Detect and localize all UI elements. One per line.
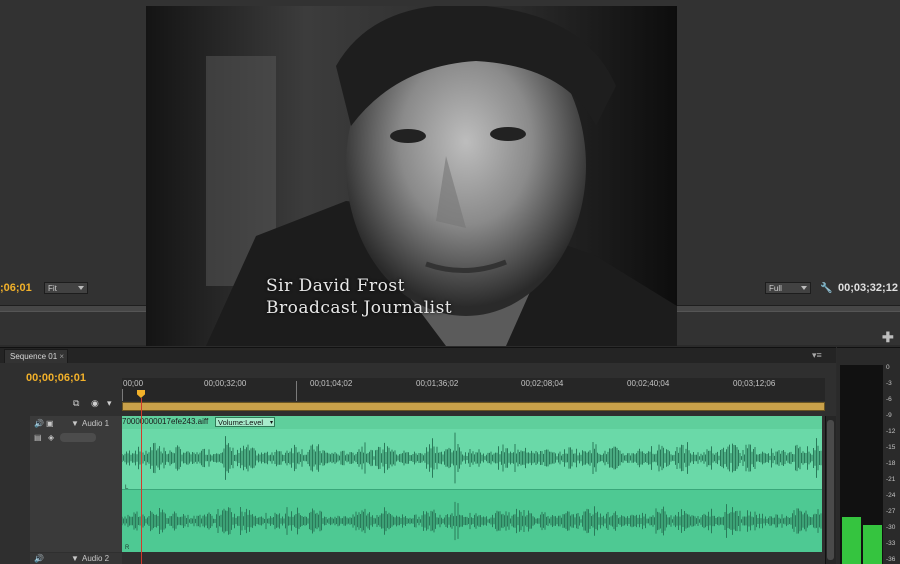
tab-label: Sequence 01 xyxy=(10,352,58,361)
meter-db-label: -15 xyxy=(886,444,896,451)
timeline-tab-strip: Sequence 01 × ▾≡ xyxy=(0,348,836,363)
chevron-down-icon xyxy=(78,286,84,290)
meter-bar-right xyxy=(863,525,882,564)
channel-label-l: L xyxy=(125,485,129,491)
work-area-bar[interactable] xyxy=(122,402,825,411)
close-icon[interactable]: × xyxy=(59,350,64,364)
ruler-label: 00;00;32;00 xyxy=(204,379,247,388)
ruler-label: 00;03;12;06 xyxy=(733,379,776,388)
track-header-audio-2[interactable]: 🔊 ▼ Audio 2 xyxy=(30,553,122,564)
channel-label-r: R xyxy=(125,545,130,551)
meter-db-label: -27 xyxy=(886,508,896,515)
resolution-select[interactable]: Full xyxy=(765,282,811,294)
meter-db-label: -6 xyxy=(886,396,892,403)
scrollbar-thumb[interactable] xyxy=(827,420,834,560)
meter-db-label: -24 xyxy=(886,492,896,499)
panel-menu-icon[interactable]: ▾≡ xyxy=(812,350,822,361)
meter-db-label: -30 xyxy=(886,524,896,531)
meter-db-label: -18 xyxy=(886,460,896,467)
audio-meter xyxy=(840,365,883,564)
marker-icon[interactable]: ◉ xyxy=(91,398,99,409)
timeline-vertical-scrollbar[interactable] xyxy=(825,416,836,564)
zoom-select-value: Fit xyxy=(48,284,57,293)
ruler-label: 00;00 xyxy=(123,379,144,388)
clip-name: 70000000017efe243.aiff xyxy=(122,417,209,426)
caption-title: Broadcast Journalist xyxy=(266,298,453,318)
chevron-down-icon xyxy=(801,286,807,290)
program-monitor-video[interactable]: Sir David Frost Broadcast Journalist xyxy=(146,6,677,346)
caption-name: Sir David Frost xyxy=(266,276,405,296)
program-timecode-left[interactable]: ;06;01 xyxy=(0,282,32,294)
time-ruler[interactable]: 00;00 00;00;32;00 00;01;04;02 00;01;36;0… xyxy=(122,378,825,401)
playhead-line[interactable] xyxy=(141,398,142,564)
program-timecode-right[interactable]: 00;03;32;12 xyxy=(838,282,898,294)
video-frame-image xyxy=(146,6,677,346)
snap-icon[interactable]: ⧉ xyxy=(73,398,79,409)
ruler-tick xyxy=(122,389,123,401)
speaker-icon[interactable]: 🔊 xyxy=(34,554,44,563)
wrench-icon[interactable]: 🔧 xyxy=(820,283,832,294)
add-marker-icon[interactable]: ▾ xyxy=(107,398,112,409)
timeline-current-timecode[interactable]: 00;00;06;01 xyxy=(26,372,86,384)
meter-db-label: -36 xyxy=(886,556,896,563)
volume-level-dropdown[interactable]: Volume:Level ▾ xyxy=(215,417,275,427)
clip-title-bar: 70000000017efe243.aiff Volume:Level ▾ xyxy=(122,416,822,429)
chevron-down-icon: ▾ xyxy=(269,420,273,426)
tab-sequence-01[interactable]: Sequence 01 × xyxy=(4,349,68,363)
meter-db-label: -33 xyxy=(886,540,896,547)
display-style-icon[interactable]: ▤ xyxy=(34,433,42,442)
mini-timeline-left[interactable] xyxy=(0,305,146,312)
mini-timeline-right[interactable] xyxy=(677,305,900,312)
meter-db-label: -3 xyxy=(886,380,892,387)
zoom-select[interactable]: Fit xyxy=(44,282,88,294)
ruler-label: 00;02;08;04 xyxy=(521,379,564,388)
meter-bar-left xyxy=(842,517,861,564)
track-name: Audio 1 xyxy=(82,419,110,428)
timeline-panel: Sequence 01 × ▾≡ 00;00;06;01 00;00 00;00;… xyxy=(0,347,836,564)
meter-db-label: -9 xyxy=(886,412,892,419)
disclosure-triangle-icon[interactable]: ▼ xyxy=(71,554,79,563)
meter-db-label: -21 xyxy=(886,476,896,483)
ruler-label: 00;01;04;02 xyxy=(310,379,353,388)
meter-db-label: 0 xyxy=(886,364,890,371)
keyframe-icon[interactable]: ◈ xyxy=(48,433,54,442)
ruler-tick xyxy=(296,381,297,401)
keyframe-nav-control[interactable] xyxy=(60,433,96,442)
resolution-select-value: Full xyxy=(769,284,782,293)
waveform xyxy=(122,429,822,552)
lock-icon[interactable]: ▣ xyxy=(46,419,54,428)
disclosure-triangle-icon[interactable]: ▼ xyxy=(71,419,79,428)
audio-meter-panel: 0 -3 -6 -9 -12 -15 -18 -21 -24 -27 -30 -33 -36 xyxy=(837,347,900,564)
audio-clip[interactable]: 70000000017efe243.aiff Volume:Level ▾ L R xyxy=(122,416,822,552)
ruler-label: 00;02;40;04 xyxy=(627,379,670,388)
track-header-audio-1[interactable]: 🔊 ▣ ▼ Audio 1 ▤ ◈ xyxy=(30,416,122,552)
ruler-label: 00;01;36;02 xyxy=(416,379,459,388)
track-name: Audio 2 xyxy=(82,554,110,563)
add-button-icon[interactable]: ✚ xyxy=(882,329,894,346)
volume-dropdown-value: Volume:Level xyxy=(218,418,264,427)
speaker-icon[interactable]: 🔊 xyxy=(34,419,44,428)
meter-db-label: -12 xyxy=(886,428,896,435)
